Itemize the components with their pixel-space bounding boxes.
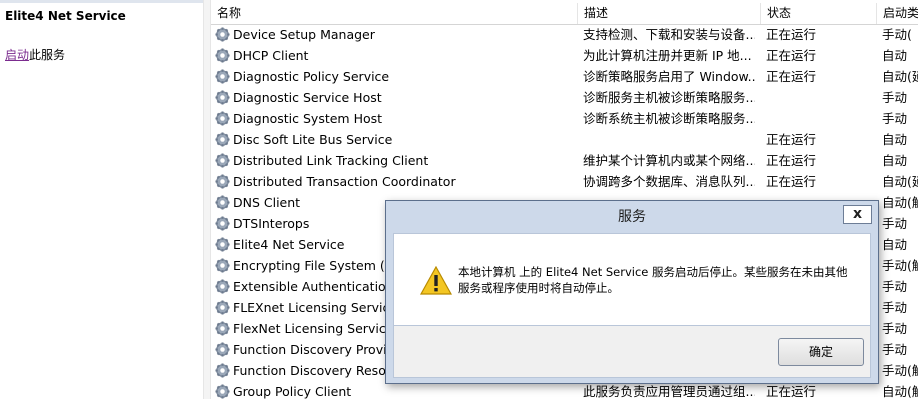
gear-icon (215, 216, 230, 231)
gear-icon (215, 111, 230, 126)
service-startup-type: 手动 (882, 90, 908, 105)
service-description: 协调跨多个数据库、消息队列... (583, 174, 755, 189)
panel-top-border (0, 0, 203, 3)
list-header: 名称 ▲ 描述 状态 启动类 (211, 3, 918, 25)
gear-icon (215, 132, 230, 147)
service-status: 正在运行 (766, 174, 817, 189)
service-description: 诊断策略服务启用了 Window... (583, 69, 755, 84)
service-name: Diagnostic Service Host (233, 90, 382, 105)
service-description: 诊断系统主机被诊断策略服务... (583, 111, 755, 126)
service-startup-type: 手动( (882, 27, 912, 42)
service-startup-type: 自动(延 (882, 174, 918, 189)
service-row[interactable]: Diagnostic System Host 诊断系统主机被诊断策略服务... 手动 (211, 108, 918, 129)
dialog-close-button[interactable]: x (843, 205, 872, 224)
service-status: 正在运行 (766, 69, 817, 84)
service-error-dialog: 服务 x 本地计算机 上的 Elite4 Net Service 服务启动后停止… (385, 200, 879, 384)
start-service-line: 启动此服务 (5, 46, 65, 63)
service-startup-type: 自动(延 (882, 69, 918, 84)
service-startup-type: 手动 (882, 216, 908, 231)
start-service-suffix: 此服务 (29, 48, 66, 62)
gear-icon (215, 321, 230, 336)
start-service-link[interactable]: 启动 (5, 48, 29, 62)
service-startup-type: 手动 (882, 279, 908, 294)
dialog-message: 本地计算机 上的 Elite4 Net Service 服务启动后停止。某些服务… (458, 265, 848, 295)
column-header-name[interactable]: 名称 ▲ (211, 3, 578, 24)
selected-service-title: Elite4 Net Service (5, 9, 126, 23)
service-status: 正在运行 (766, 27, 817, 42)
service-name: DHCP Client (233, 48, 309, 63)
gear-icon (215, 237, 230, 252)
column-header-startup-type[interactable]: 启动类 (877, 3, 918, 24)
service-startup-type: 自动 (882, 153, 908, 168)
gear-icon (215, 279, 230, 294)
dialog-footer: 确定 (393, 326, 871, 378)
column-header-description[interactable]: 描述 (578, 3, 761, 24)
service-row[interactable]: DHCP Client 为此计算机注册并更新 IP 地... 正在运行 自动 (211, 45, 918, 66)
service-name: Diagnostic Policy Service (233, 69, 390, 84)
service-startup-type: 自动(触 (882, 384, 918, 399)
service-startup-type: 手动 (882, 300, 908, 315)
service-status: 正在运行 (766, 132, 817, 147)
service-row[interactable]: Device Setup Manager 支持检测、下载和安装与设备... 正在运行… (211, 24, 918, 45)
service-info-panel: Elite4 Net Service 启动此服务 (0, 0, 203, 399)
gear-icon (215, 300, 230, 315)
gear-icon (215, 258, 230, 273)
service-description: 为此计算机注册并更新 IP 地... (583, 48, 752, 63)
service-status: 正在运行 (766, 153, 817, 168)
service-description (583, 129, 755, 150)
gear-icon (215, 195, 230, 210)
service-startup-type: 手动 (882, 111, 908, 126)
pane-splitter[interactable] (203, 0, 211, 399)
dialog-body: 本地计算机 上的 Elite4 Net Service 服务启动后停止。某些服务… (393, 233, 871, 326)
service-name: Device Setup Manager (233, 27, 375, 42)
gear-icon (215, 342, 230, 357)
service-name: Disc Soft Lite Bus Service (233, 132, 393, 147)
service-description: 维护某个计算机内或某个网络... (583, 153, 755, 168)
column-header-status[interactable]: 状态 (761, 3, 877, 24)
gear-icon (215, 384, 230, 399)
gear-icon (215, 48, 230, 63)
service-row[interactable]: Distributed Link Tracking Client 维护某个计算机内… (211, 150, 918, 171)
gear-icon (215, 90, 230, 105)
service-status (766, 108, 871, 129)
gear-icon (215, 363, 230, 378)
service-startup-type: 手动(触 (882, 258, 918, 273)
column-header-name-label: 名称 (217, 6, 242, 20)
service-row[interactable]: Diagnostic Service Host 诊断服务主机被诊断策略服务... 手… (211, 87, 918, 108)
service-status: 正在运行 (766, 48, 817, 63)
warning-icon (420, 266, 452, 295)
service-startup-type: 手动 (882, 342, 908, 357)
ok-button[interactable]: 确定 (778, 338, 864, 366)
service-name: Distributed Link Tracking Client (233, 153, 429, 168)
service-startup-type: 自动 (882, 237, 908, 252)
service-name: Distributed Transaction Coordinator (233, 174, 456, 189)
service-startup-type: 自动 (882, 132, 908, 147)
sort-ascending-icon: ▲ (391, 3, 397, 4)
gear-icon (215, 153, 230, 168)
service-startup-type: 自动 (882, 48, 908, 63)
service-description: 支持检测、下载和安装与设备... (583, 27, 755, 42)
service-row[interactable]: Diagnostic Policy Service 诊断策略服务启用了 Windo… (211, 66, 918, 87)
gear-icon (215, 174, 230, 189)
service-startup-type: 自动(触 (882, 195, 918, 210)
service-row[interactable]: Disc Soft Lite Bus Service 正在运行 自动 (211, 129, 918, 150)
service-startup-type: 手动(触 (882, 363, 918, 378)
service-status (766, 87, 871, 108)
service-description: 诊断服务主机被诊断策略服务... (583, 90, 755, 105)
service-name: Diagnostic System Host (233, 111, 383, 126)
gear-icon (215, 69, 230, 84)
service-startup-type: 手动 (882, 321, 908, 336)
gear-icon (215, 27, 230, 42)
service-row[interactable]: Distributed Transaction Coordinator 协调跨多个… (211, 171, 918, 192)
dialog-title: 服务 (618, 209, 646, 225)
